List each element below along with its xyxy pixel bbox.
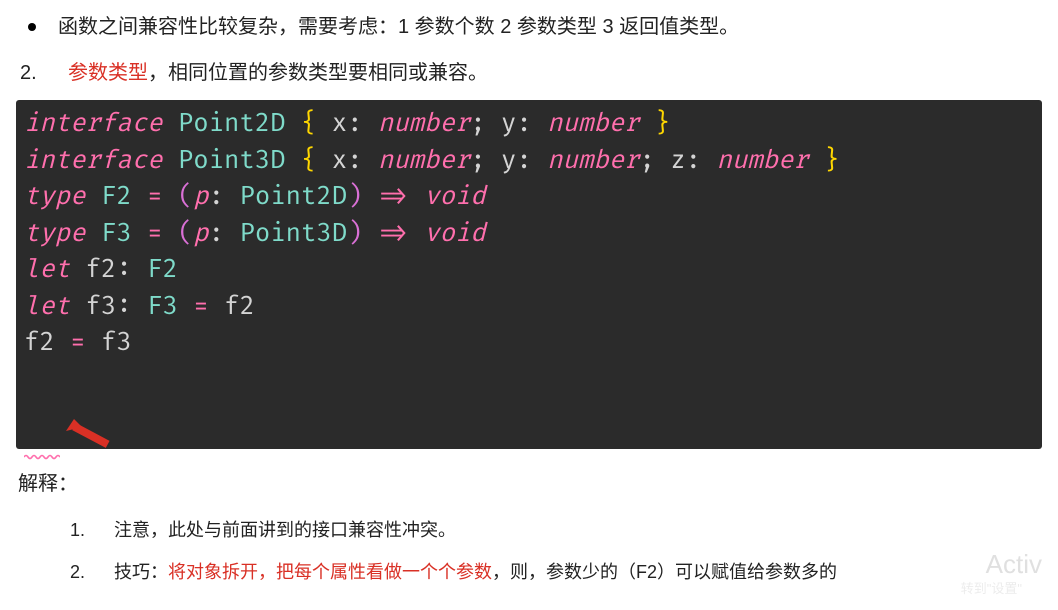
explain-highlight: 将对象拆开，把每个属性看做一个个参数 [168, 562, 492, 582]
intro-bullet-text: 函数之间兼容性比较复杂，需要考虑：1 参数个数 2 参数类型 3 返回值类型。 [58, 10, 1040, 44]
code-line-6: let f3: F3 = f2 [24, 291, 255, 322]
code-line-1: interface Point2D { x: number; y: number… [24, 108, 670, 139]
highlight-param-type: 参数类型 [68, 62, 148, 84]
explain-title: 解释： [18, 467, 1040, 501]
explain-text-2: 技巧：将对象拆开，把每个属性看做一个个参数，则，参数少的（F2）可以赋值给参数多… [114, 557, 1040, 588]
number-marker: 2. [20, 56, 52, 90]
explain-marker-1: 1. [70, 515, 98, 546]
intro-bullet: 函数之间兼容性比较复杂，需要考虑：1 参数个数 2 参数类型 3 返回值类型。 [18, 10, 1040, 44]
code-line-2: interface Point3D { x: number; y: number… [24, 145, 840, 176]
explain-item-1: 1. 注意，此处与前面讲到的接口兼容性冲突。 [68, 515, 1040, 546]
code-line-7: f2 = f3 [24, 327, 132, 358]
explain-text-1: 注意，此处与前面讲到的接口兼容性冲突。 [114, 515, 1040, 546]
code-block: interface Point2D { x: number; y: number… [16, 100, 1042, 449]
code-line-3: type F2 = (p: Point2D) => void [24, 181, 486, 212]
bullet-icon [28, 23, 36, 31]
code-line-5: let f2: F2 [24, 254, 178, 285]
code-line-4: type F3 = (p: Point3D) => void [24, 218, 486, 249]
red-arrow-icon [66, 411, 126, 451]
explain-item-2: 2. 技巧：将对象拆开，把每个属性看做一个个参数，则，参数少的（F2）可以赋值给… [68, 557, 1040, 588]
numbered-item-2: 2. 参数类型，相同位置的参数类型要相同或兼容。 [18, 56, 1040, 90]
explain-marker-2: 2. [70, 557, 98, 588]
numbered-item-text: 参数类型，相同位置的参数类型要相同或兼容。 [68, 56, 1040, 90]
numbered-item-rest: ，相同位置的参数类型要相同或兼容。 [148, 62, 488, 84]
watermark-sub: 转到"设置" [961, 578, 1022, 600]
error-squiggle-icon [24, 435, 60, 441]
explain-list: 1. 注意，此处与前面讲到的接口兼容性冲突。 2. 技巧：将对象拆开，把每个属性… [18, 515, 1040, 588]
